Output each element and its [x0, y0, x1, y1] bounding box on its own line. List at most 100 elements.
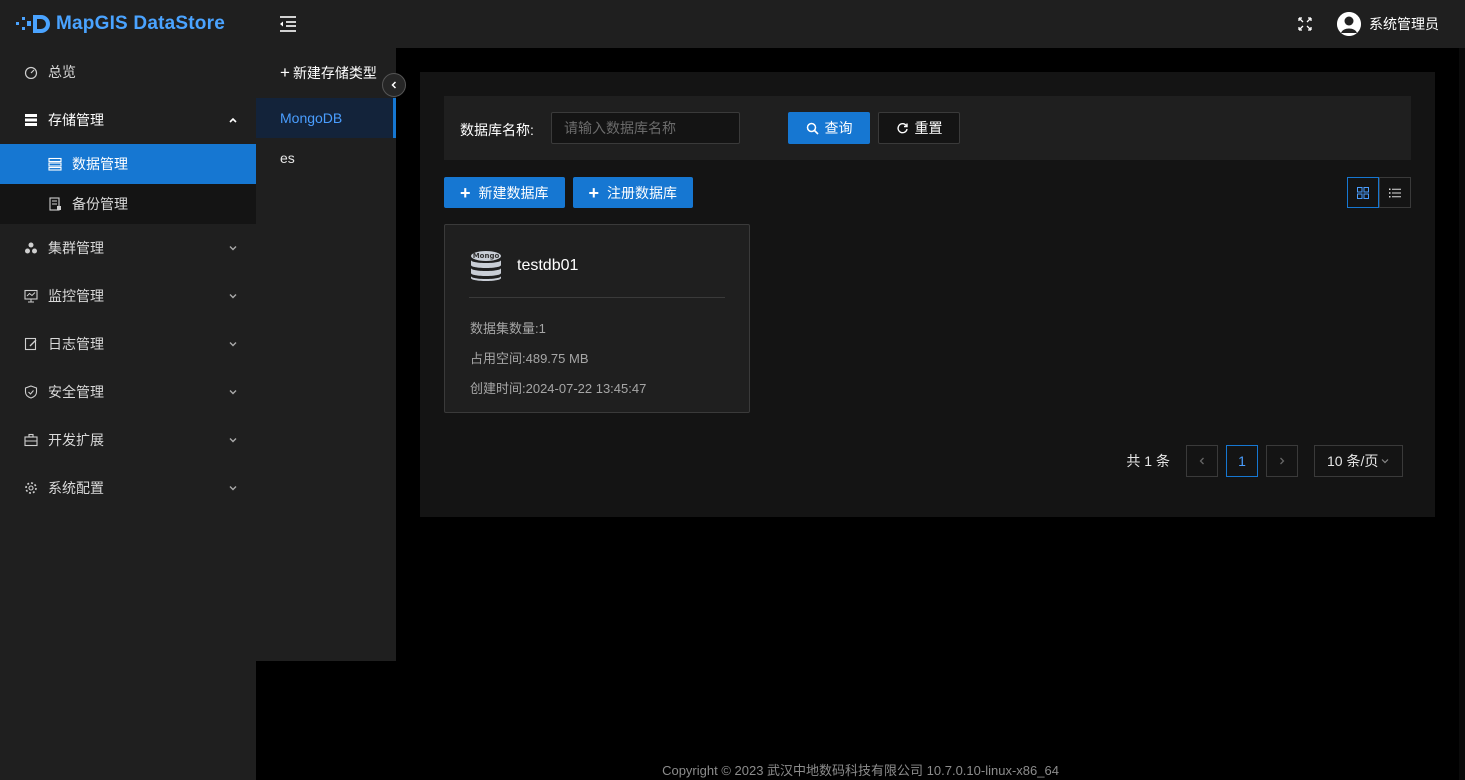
card-header: Mongo testdb01	[469, 249, 578, 283]
app-title: MapGIS DataStore	[56, 13, 225, 34]
sidebar-item-label: 开发扩展	[48, 432, 104, 448]
pagination: 共 1 条 1 10 条/页	[1126, 445, 1403, 477]
grid-icon	[1357, 186, 1369, 199]
sidebar-item-label: 集群管理	[48, 240, 104, 256]
plus-icon: +	[280, 63, 290, 82]
plus-icon: +	[460, 182, 471, 203]
storage-submenu: 数据管理 备份管理	[0, 144, 256, 224]
storage-icon	[24, 113, 38, 127]
sidebar-item-label: 监控管理	[48, 288, 104, 304]
sidebar-item-label: 安全管理	[48, 384, 104, 400]
register-database-label: 注册数据库	[607, 184, 678, 201]
reload-icon	[896, 122, 909, 135]
user-name: 系统管理员	[1369, 16, 1439, 32]
sidebar-item-storage[interactable]: 存储管理	[0, 96, 256, 144]
gear-icon	[24, 481, 38, 495]
mongo-database-icon: Mongo	[469, 249, 503, 283]
page-scrollbar[interactable]	[1459, 48, 1465, 780]
chevron-up-icon	[228, 112, 238, 128]
page-size-value: 10 条/页	[1327, 453, 1379, 469]
database-name: testdb01	[517, 257, 579, 274]
space-used: 占用空间:489.75 MB	[470, 351, 589, 366]
sidebar-item-monitor[interactable]: 监控管理	[0, 272, 256, 320]
sidebar-item-label: 总览	[48, 64, 76, 80]
query-button[interactable]: 查询	[788, 112, 870, 144]
chevron-down-icon	[228, 480, 238, 496]
prev-page-button[interactable]	[1186, 445, 1218, 477]
created-time: 创建时间:2024-07-22 13:45:47	[470, 381, 647, 396]
new-database-button[interactable]: + 新建数据库	[444, 177, 565, 208]
filter-bar: 数据库名称: 查询 重置	[444, 96, 1411, 160]
page-button-1[interactable]: 1	[1226, 445, 1258, 477]
sidebar-item-label: 日志管理	[48, 336, 104, 352]
sidebar-item-label: 存储管理	[48, 112, 104, 128]
log-icon	[24, 337, 38, 351]
storage-type-panel: + 新建存储类型 MongoDB es	[256, 48, 396, 661]
menu-fold-icon[interactable]	[278, 15, 298, 33]
next-page-button[interactable]	[1266, 445, 1298, 477]
action-bar: + 新建数据库 + 注册数据库	[444, 177, 694, 208]
query-label: 查询	[824, 120, 853, 136]
data-manage-icon	[48, 157, 62, 171]
search-icon	[806, 122, 819, 135]
chevron-down-icon	[228, 240, 238, 256]
new-database-label: 新建数据库	[478, 184, 549, 201]
sidebar-item-security[interactable]: 安全管理	[0, 368, 256, 416]
sidebar: MapGIS DataStore 总览 存储管理 数据管理 备份管理 集群管理 …	[0, 0, 256, 780]
dashboard-icon	[24, 65, 38, 79]
chevron-left-icon	[391, 81, 397, 89]
reset-button[interactable]: 重置	[878, 112, 960, 144]
sidebar-item-system-config[interactable]: 系统配置	[0, 464, 256, 512]
storage-type-mongodb[interactable]: MongoDB	[256, 98, 396, 138]
footer-copyright: Copyright © 2023 武汉中地数码科技有限公司 10.7.0.10-…	[662, 763, 1059, 778]
sidebar-item-overview[interactable]: 总览	[0, 48, 256, 96]
card-divider	[469, 297, 725, 298]
storage-type-label: MongoDB	[280, 110, 343, 126]
sidebar-item-label: 系统配置	[48, 480, 104, 496]
storage-type-es[interactable]: es	[256, 138, 396, 178]
register-database-button[interactable]: + 注册数据库	[572, 177, 694, 208]
main-content: 数据库名称: 查询 重置 + 新建数据库 + 注册数据库	[420, 72, 1435, 517]
db-name-label: 数据库名称:	[460, 122, 534, 138]
card-view-button[interactable]	[1347, 177, 1379, 208]
db-name-input[interactable]	[551, 112, 740, 144]
chevron-left-icon	[1199, 457, 1204, 465]
total-count: 共 1 条	[1126, 453, 1170, 469]
mongo-icon-text: Mongo	[473, 252, 500, 260]
fullscreen-icon[interactable]	[1297, 16, 1313, 32]
shield-icon	[24, 385, 38, 399]
chevron-down-icon	[228, 336, 238, 352]
sidebar-item-label: 备份管理	[72, 196, 128, 212]
list-view-button[interactable]	[1379, 177, 1411, 208]
view-toggle	[1347, 177, 1411, 208]
toolbox-icon	[24, 433, 38, 447]
sidebar-item-data-manage[interactable]: 数据管理	[0, 144, 256, 184]
sidebar-item-cluster[interactable]: 集群管理	[0, 224, 256, 272]
chevron-down-icon	[228, 384, 238, 400]
chevron-down-icon	[1381, 459, 1389, 464]
new-storage-type-button[interactable]: + 新建存储类型	[256, 48, 396, 98]
backup-icon	[48, 197, 62, 211]
avatar-icon	[1337, 12, 1361, 36]
user-menu[interactable]: 系统管理员	[1337, 12, 1439, 36]
page-size-select[interactable]: 10 条/页	[1314, 445, 1403, 477]
monitor-icon	[24, 289, 38, 303]
collapse-panel-button[interactable]	[382, 73, 406, 97]
database-card[interactable]: Mongo testdb01 数据集数量:1 占用空间:489.75 MB 创建…	[444, 224, 750, 413]
chevron-down-icon	[228, 432, 238, 448]
dataset-count: 数据集数量:1	[470, 321, 546, 336]
sidebar-item-dev-extension[interactable]: 开发扩展	[0, 416, 256, 464]
sidebar-item-backup-manage[interactable]: 备份管理	[0, 184, 256, 224]
new-storage-type-label: 新建存储类型	[292, 65, 377, 81]
datastore-logo-icon	[16, 14, 52, 34]
app-logo[interactable]: MapGIS DataStore	[0, 0, 256, 48]
sidebar-item-log[interactable]: 日志管理	[0, 320, 256, 368]
chevron-down-icon	[228, 288, 238, 304]
list-icon	[1389, 188, 1401, 197]
reset-label: 重置	[914, 120, 943, 136]
cluster-icon	[24, 241, 38, 255]
sidebar-item-label: 数据管理	[72, 156, 128, 172]
storage-type-label: es	[280, 150, 295, 166]
plus-icon: +	[588, 182, 600, 203]
chevron-right-icon	[1280, 457, 1285, 465]
